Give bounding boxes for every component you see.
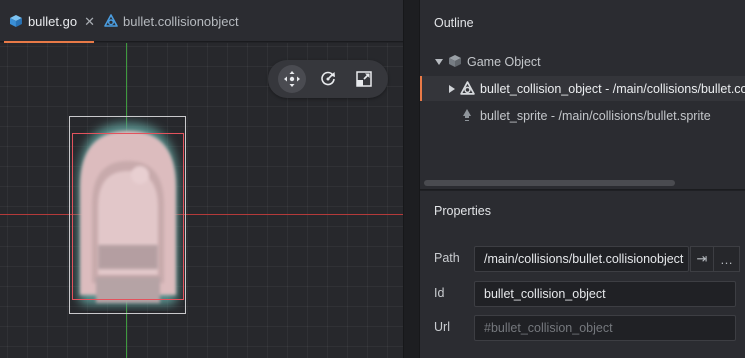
- cube-icon: [9, 15, 22, 27]
- rotate-tool-button[interactable]: [314, 65, 342, 93]
- outline-horizontal-scrollbar[interactable]: [424, 180, 675, 186]
- rotate-tool-icon: [321, 71, 335, 86]
- cube-icon: [448, 54, 462, 71]
- more-icon: …: [720, 251, 733, 267]
- outline-title: Outline: [434, 16, 474, 30]
- tab-label: bullet.collisionobject: [123, 13, 239, 29]
- goto-icon: ⇥: [696, 251, 708, 266]
- close-icon[interactable]: ✕: [84, 15, 95, 28]
- tree-item-bullet-collision-object[interactable]: bullet_collision_object - /main/collisio…: [420, 76, 745, 101]
- url-label: Url: [434, 320, 450, 334]
- x-axis-line: [0, 214, 403, 215]
- goto-path-button[interactable]: ⇥: [690, 246, 714, 272]
- tree-item-label: bullet_sprite - /main/collisions/bullet.…: [480, 109, 711, 123]
- tab-bullet-collisionobject[interactable]: bullet.collisionobject: [104, 0, 239, 42]
- outline-panel: Outline Game Object bullet_collision_obj…: [420, 0, 745, 190]
- collision-shape-outline[interactable]: [72, 133, 184, 300]
- properties-title: Properties: [434, 204, 491, 218]
- editor-tab-bar: bullet.go ✕ bullet.collisionobject: [0, 0, 403, 43]
- tree-item-label: bullet_collision_object - /main/collisio…: [480, 82, 745, 96]
- collision-object-icon: [104, 14, 118, 27]
- panel-splitter[interactable]: [403, 0, 420, 358]
- path-label: Path: [434, 251, 460, 265]
- path-field[interactable]: /main/collisions/bullet.collisionobject: [474, 246, 689, 272]
- move-tool-icon: [284, 71, 300, 87]
- scale-tool-icon: [356, 71, 372, 87]
- url-field: #bullet_collision_object: [474, 315, 736, 341]
- collapsed-triangle-icon[interactable]: [447, 83, 457, 97]
- browse-path-button[interactable]: …: [713, 246, 740, 272]
- manipulator-toolbar: [268, 60, 388, 98]
- scene-viewport[interactable]: [0, 43, 403, 358]
- sprite-icon: [460, 108, 474, 126]
- tree-item-bullet-sprite[interactable]: bullet_sprite - /main/collisions/bullet.…: [420, 103, 745, 128]
- tab-label: bullet.go: [27, 13, 78, 29]
- move-tool-button[interactable]: [278, 65, 306, 93]
- id-field[interactable]: bullet_collision_object: [474, 281, 736, 307]
- collision-object-icon: [460, 81, 475, 99]
- tree-item-game-object[interactable]: Game Object: [420, 49, 745, 74]
- scene-editor: bullet.go ✕ bullet.collisionobject: [0, 0, 403, 358]
- tab-bullet-go[interactable]: bullet.go ✕: [0, 0, 95, 43]
- id-label: Id: [434, 286, 445, 300]
- scale-tool-button[interactable]: [350, 65, 378, 93]
- tree-item-label: Game Object: [467, 55, 541, 69]
- expanded-triangle-icon[interactable]: [434, 56, 444, 70]
